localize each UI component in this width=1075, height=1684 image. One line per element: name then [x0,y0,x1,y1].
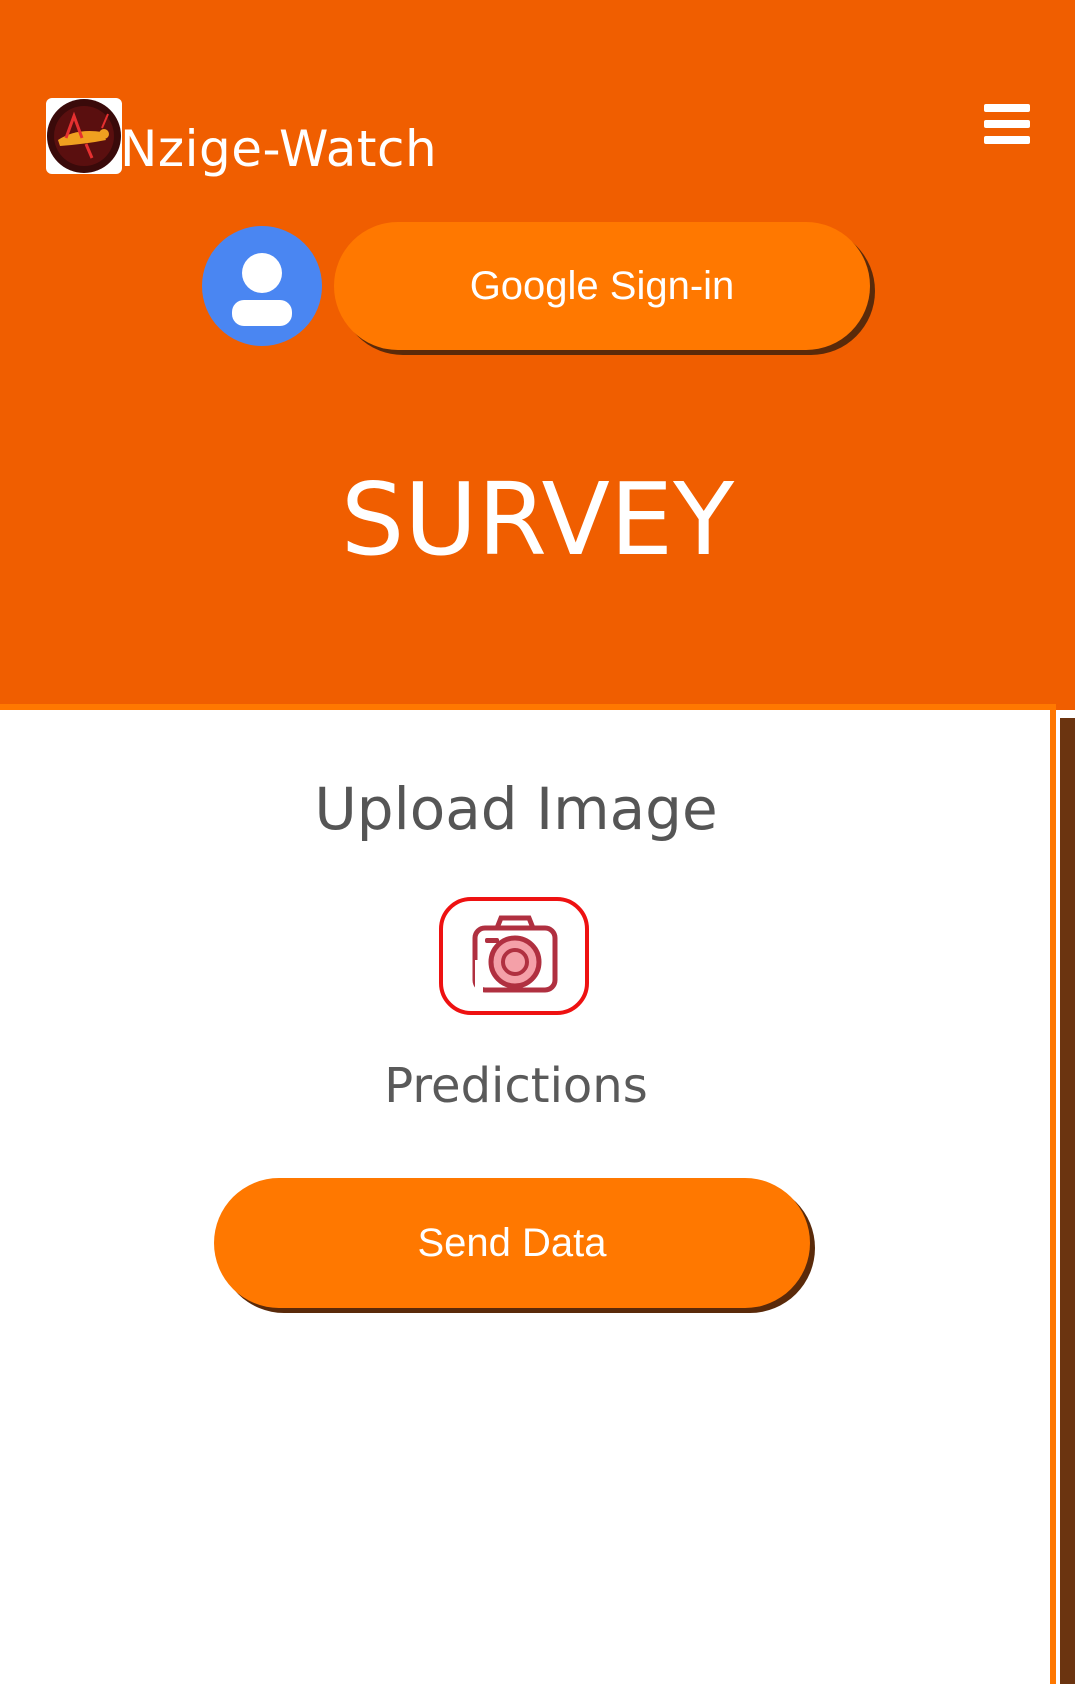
hamburger-menu-icon[interactable] [984,104,1030,144]
upload-card: Upload Image Predictions Send Data [0,704,1056,1684]
google-signin-button[interactable]: Google Sign-in [334,222,870,350]
page-title: SURVEY [340,461,735,578]
camera-icon [472,915,558,994]
camera-upload-button[interactable] [439,897,589,1015]
send-data-button[interactable]: Send Data [214,1178,810,1308]
upload-image-heading: Upload Image [314,775,718,843]
app-title: Nzige-Watch [120,120,438,178]
predictions-label: Predictions [384,1058,648,1114]
card-shadow [1060,718,1075,1684]
locust-logo-icon [46,98,122,174]
header-hero: Nzige-Watch Google Sign-in SURVEY [0,0,1075,710]
page: Nzige-Watch Google Sign-in SURVEY Upload… [0,0,1075,1684]
brand[interactable]: Nzige-Watch [46,96,437,174]
user-avatar-icon [202,226,322,346]
